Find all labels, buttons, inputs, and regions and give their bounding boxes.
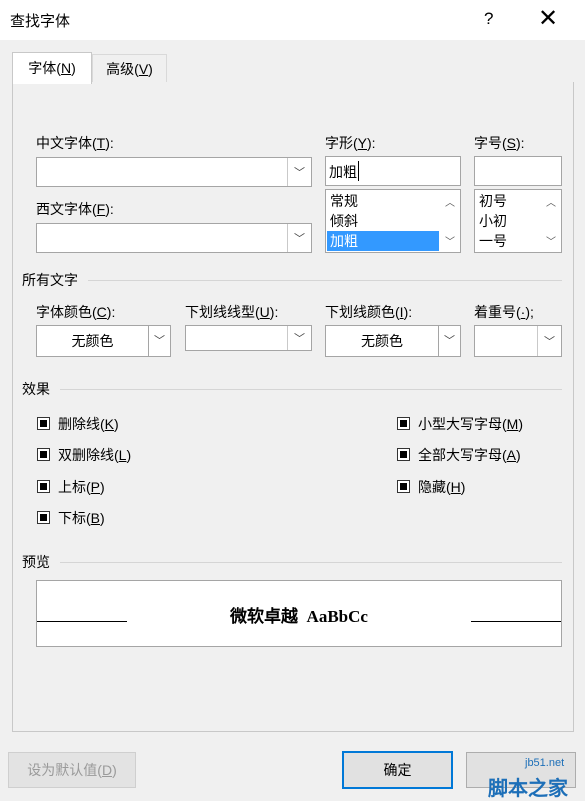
underline-color-value[interactable]: 无颜色: [326, 326, 438, 356]
font-color-value[interactable]: 无颜色: [37, 326, 148, 356]
chevron-down-icon[interactable]: ﹀: [438, 326, 460, 356]
chevron-down-icon[interactable]: ﹀: [537, 326, 561, 356]
superscript-label[interactable]: 上标(P): [58, 477, 105, 497]
list-item-selected[interactable]: 加粗: [327, 231, 439, 251]
font-size-list[interactable]: 初号 小初 一号 ︿ ﹀: [474, 189, 562, 253]
hidden-label[interactable]: 隐藏(H): [418, 477, 465, 497]
preview-box: 微软卓越 AaBbCc: [36, 580, 562, 647]
chinese-font-label: 中文字体(T):: [36, 135, 114, 151]
chevron-down-icon[interactable]: ﹀: [287, 326, 311, 350]
underline-style-combo[interactable]: ﹀: [185, 325, 312, 351]
ok-button[interactable]: 确定: [342, 751, 453, 789]
western-font-combo[interactable]: ﹀: [36, 223, 312, 253]
divider: [60, 562, 562, 563]
set-default-button[interactable]: 设为默认值(D): [8, 752, 136, 788]
preview-section-title: 预览: [22, 554, 50, 570]
text-caret: [358, 161, 359, 181]
chevron-up-icon[interactable]: ︿: [441, 194, 459, 209]
chevron-down-icon[interactable]: ﹀: [148, 326, 170, 356]
divider: [60, 389, 562, 390]
scrollbar[interactable]: ︿ ﹀: [542, 191, 560, 251]
chevron-down-icon[interactable]: ﹀: [287, 224, 311, 252]
chevron-up-icon[interactable]: ︿: [542, 194, 560, 209]
small-caps-checkbox[interactable]: [397, 417, 410, 430]
font-color-label: 字体颜色(C):: [36, 304, 116, 320]
chevron-down-icon[interactable]: ﹀: [441, 233, 459, 248]
western-font-label: 西文字体(F):: [36, 201, 114, 217]
superscript-checkbox[interactable]: [37, 480, 50, 493]
font-color-picker[interactable]: 无颜色 ﹀: [36, 325, 171, 357]
underline-style-label: 下划线线型(U):: [185, 304, 279, 320]
list-item[interactable]: 倾斜: [327, 211, 439, 231]
list-item[interactable]: 常规: [327, 191, 439, 211]
emphasis-mark-combo[interactable]: ﹀: [474, 325, 562, 357]
hidden-checkbox[interactable]: [397, 480, 410, 493]
font-style-input[interactable]: 加粗: [325, 156, 461, 186]
double-strikethrough-label[interactable]: 双删除线(L): [58, 445, 131, 465]
list-item[interactable]: 小初: [476, 211, 542, 231]
all-caps-label[interactable]: 全部大写字母(A): [418, 445, 521, 465]
help-button[interactable]: ?: [484, 9, 493, 29]
small-caps-label[interactable]: 小型大写字母(M): [418, 414, 523, 434]
underline-color-picker[interactable]: 无颜色 ﹀: [325, 325, 461, 357]
preview-sample-text: 微软卓越 AaBbCc: [230, 607, 368, 626]
close-button[interactable]: ✕: [538, 5, 558, 33]
scrollbar[interactable]: ︿ ﹀: [441, 191, 459, 251]
effects-section-title: 效果: [22, 381, 50, 397]
strikethrough-label[interactable]: 删除线(K): [58, 414, 119, 434]
font-style-list[interactable]: 常规 倾斜 加粗 ︿ ﹀: [325, 189, 461, 253]
all-text-section-title: 所有文字: [22, 272, 78, 288]
tab-font[interactable]: 字体(N): [12, 52, 92, 84]
list-item[interactable]: 一号: [476, 231, 542, 251]
tab-advanced[interactable]: 高级(V): [92, 54, 167, 82]
font-size-label: 字号(S):: [474, 135, 525, 151]
divider: [88, 280, 562, 281]
emphasis-mark-label: 着重号(·);: [474, 304, 534, 320]
title-bar: 查找字体 ? ✕: [0, 0, 585, 40]
font-size-input[interactable]: [474, 156, 562, 186]
list-item[interactable]: 初号: [476, 191, 542, 211]
chevron-down-icon[interactable]: ﹀: [542, 233, 560, 248]
font-style-value: 加粗: [329, 164, 357, 180]
chevron-down-icon[interactable]: ﹀: [287, 158, 311, 186]
font-style-label: 字形(Y):: [325, 135, 376, 151]
underline-color-label: 下划线颜色(I):: [325, 304, 413, 320]
double-strikethrough-checkbox[interactable]: [37, 448, 50, 461]
chinese-font-combo[interactable]: ﹀: [36, 157, 312, 187]
subscript-label[interactable]: 下标(B): [58, 508, 105, 528]
subscript-checkbox[interactable]: [37, 511, 50, 524]
all-caps-checkbox[interactable]: [397, 448, 410, 461]
watermark-site: jb51.net: [525, 757, 565, 769]
window-title: 查找字体: [10, 13, 71, 30]
watermark-logo-text: 脚本之家: [488, 778, 568, 800]
strikethrough-checkbox[interactable]: [37, 417, 50, 430]
